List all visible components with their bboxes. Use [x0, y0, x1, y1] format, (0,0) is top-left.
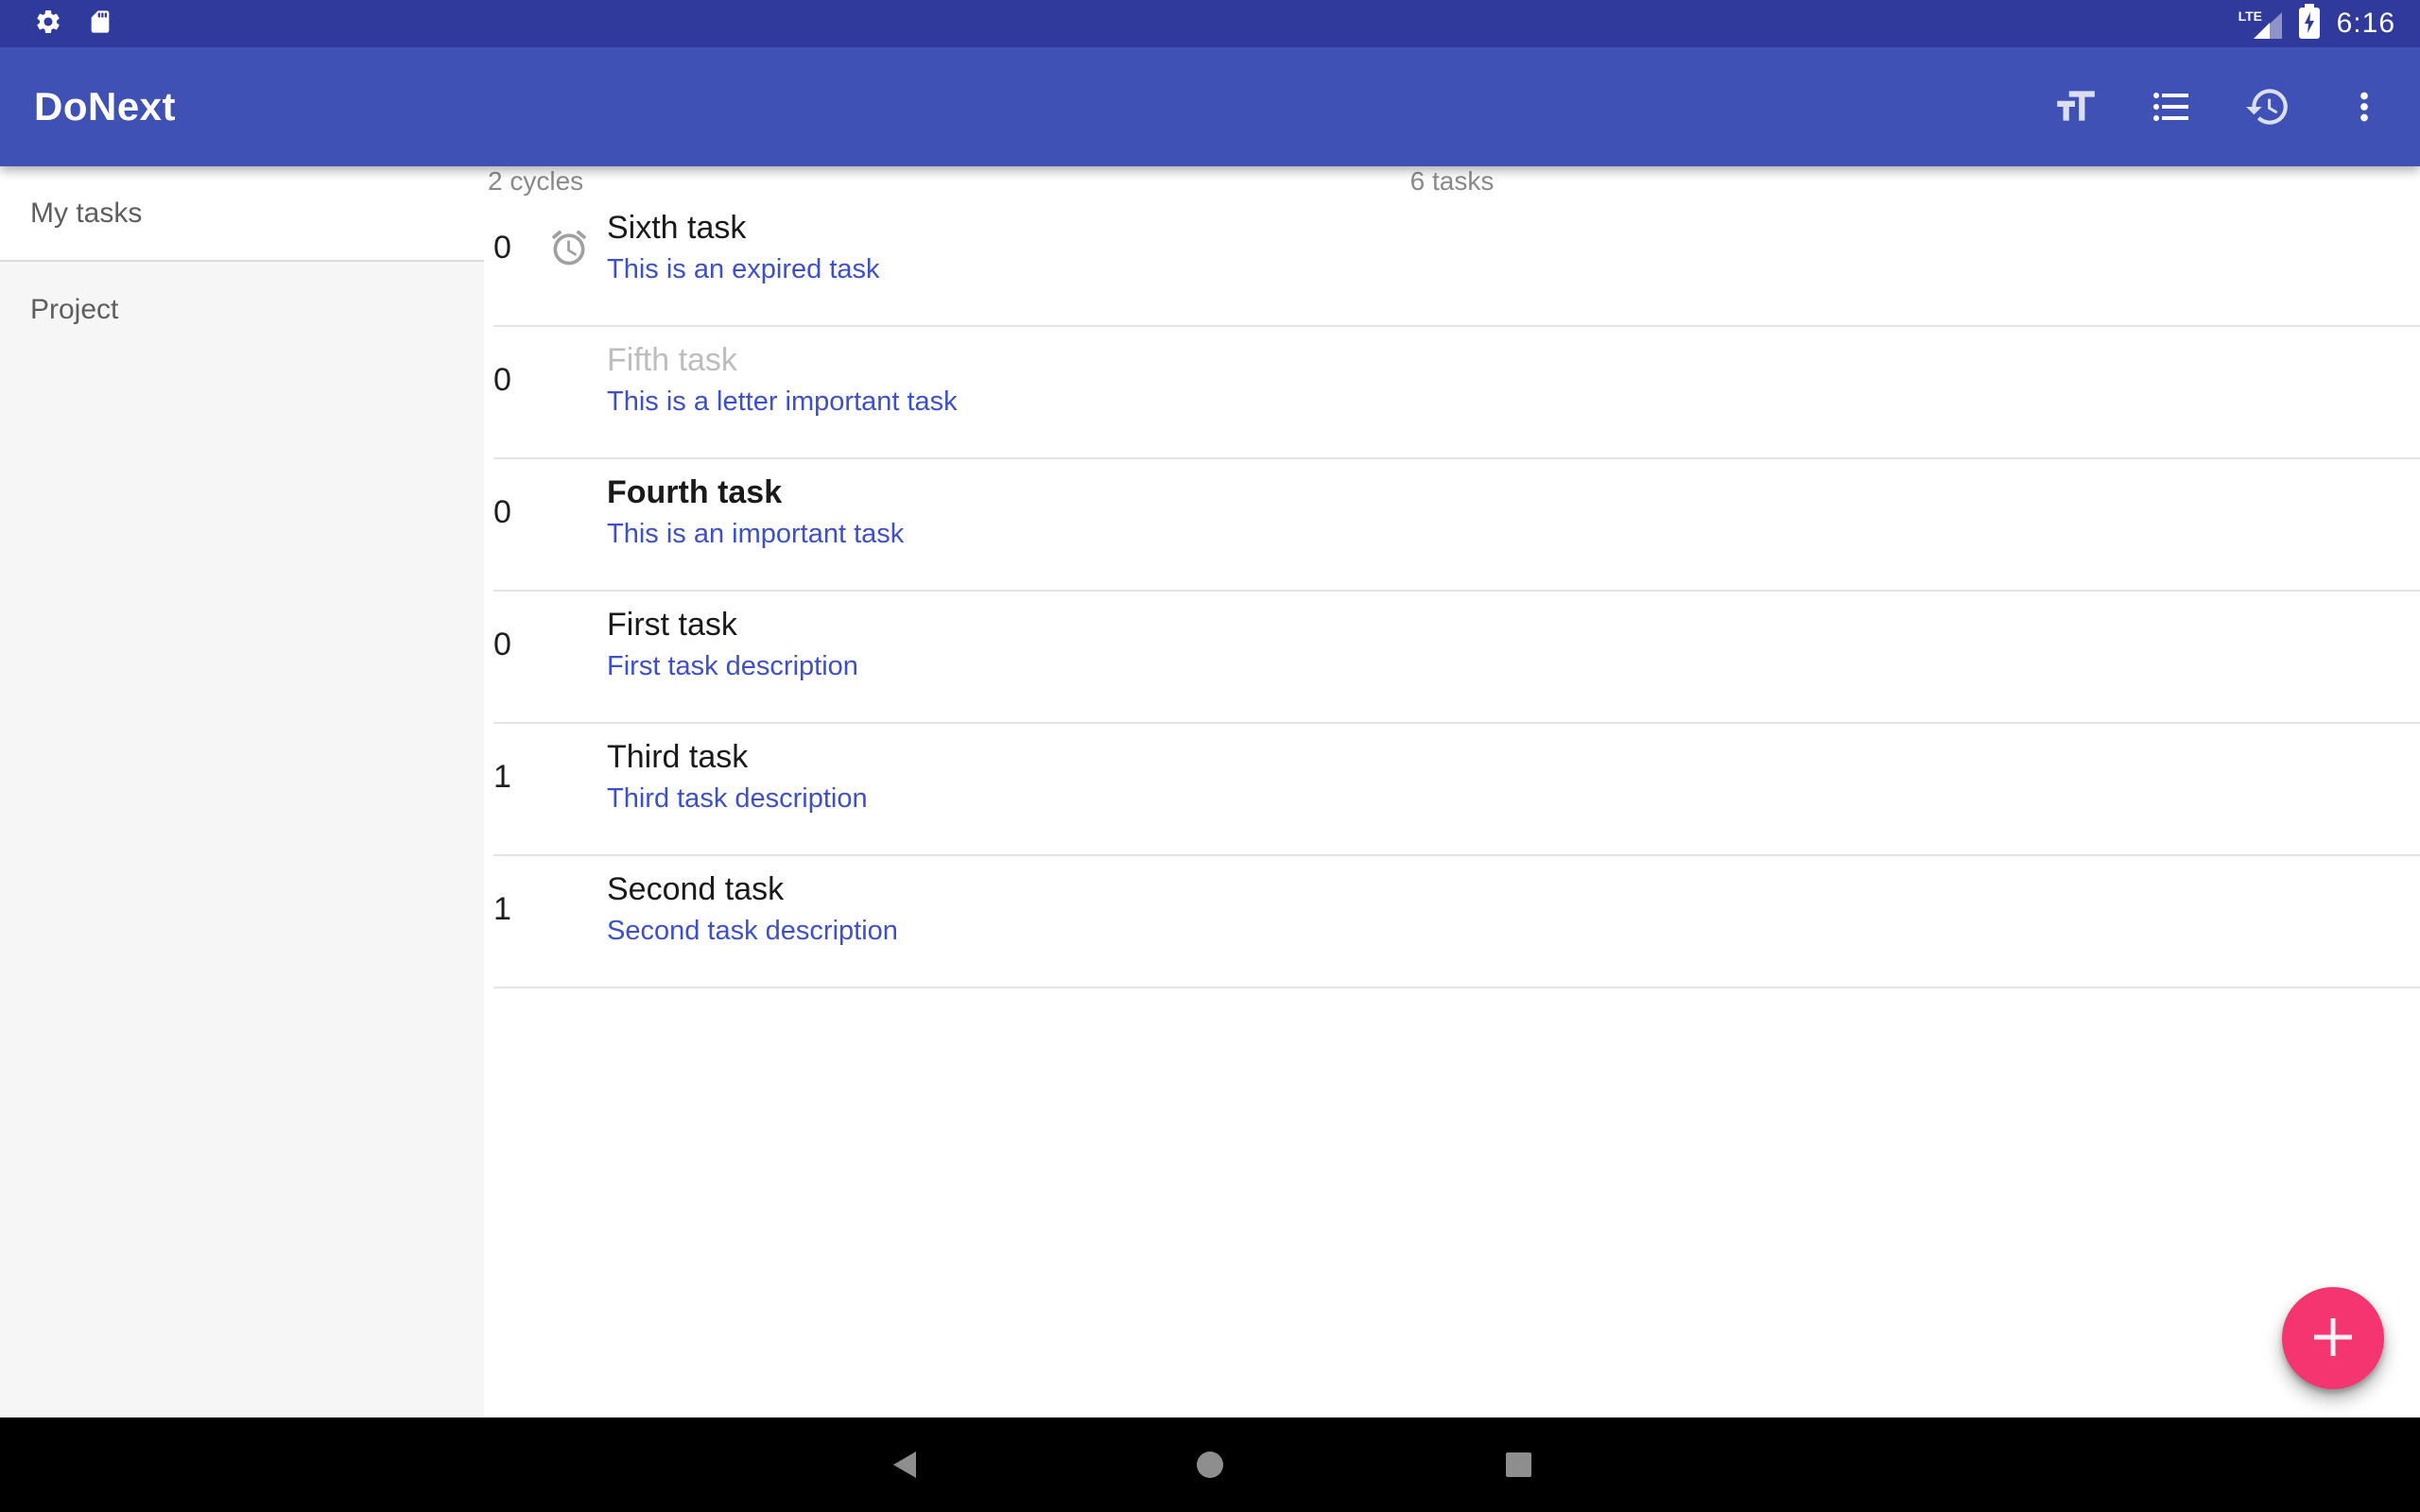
task-cycle-count: 0	[493, 206, 531, 289]
task-panel: 2 cycles 6 tasks 0 Sixth task This is an…	[484, 166, 2420, 1418]
plus-icon	[2308, 1313, 2358, 1365]
task-text: Third task Third task description	[607, 735, 868, 818]
task-row[interactable]: 0 Fourth task This is an important task	[493, 459, 2420, 592]
history-icon[interactable]	[2244, 83, 2291, 130]
tasks-count-label: 6 tasks	[484, 166, 2420, 197]
recents-icon[interactable]	[1480, 1418, 1556, 1512]
sd-card-icon	[87, 9, 113, 40]
alarm-icon	[531, 206, 607, 289]
task-title: Second task	[607, 868, 898, 911]
sidebar-item-project[interactable]: Project	[0, 262, 484, 357]
task-title: Third task	[607, 735, 868, 779]
battery-charging-icon	[2297, 4, 2322, 44]
task-cycle-count: 0	[493, 338, 531, 421]
task-description: Second task description	[607, 911, 898, 951]
navigation-bar	[0, 1418, 2420, 1512]
task-row[interactable]: 0 Fifth task This is a letter important …	[493, 327, 2420, 459]
home-icon[interactable]	[1172, 1418, 1248, 1512]
task-title: Sixth task	[607, 206, 880, 249]
app-title: DoNext	[34, 84, 176, 129]
status-time: 6:16	[2337, 8, 2395, 40]
overflow-menu-icon[interactable]	[2341, 83, 2388, 130]
task-list: 0 Sixth task This is an expired task 0 F…	[484, 195, 2420, 988]
task-row[interactable]: 0 Sixth task This is an expired task	[493, 195, 2420, 327]
status-bar: LTE 6:16	[0, 0, 2420, 47]
task-text: Sixth task This is an expired task	[607, 206, 880, 289]
task-row[interactable]: 0 First task First task description	[493, 592, 2420, 724]
task-title: Fifth task	[607, 338, 958, 382]
task-cycle-count: 1	[493, 735, 531, 818]
task-title: First task	[607, 603, 858, 646]
app-bar-actions	[2051, 47, 2388, 166]
task-description: This is an expired task	[607, 249, 880, 289]
task-description: This is an important task	[607, 514, 904, 554]
task-text: First task First task description	[607, 603, 858, 686]
task-description: This is a letter important task	[607, 382, 958, 421]
alarm-icon	[531, 868, 607, 951]
task-row[interactable]: 1 Third task Third task description	[493, 724, 2420, 856]
task-row[interactable]: 1 Second task Second task description	[493, 856, 2420, 988]
task-description: First task description	[607, 646, 858, 686]
task-cycle-count: 0	[493, 603, 531, 686]
task-text: Fifth task This is a letter important ta…	[607, 338, 958, 421]
task-text: Fourth task This is an important task	[607, 471, 904, 554]
sidebar: My tasks Project	[0, 166, 484, 1418]
settings-gear-icon	[34, 8, 62, 41]
task-cycle-count: 0	[493, 471, 531, 554]
task-description: Third task description	[607, 779, 868, 818]
sidebar-item-label: My tasks	[30, 198, 142, 230]
alarm-icon	[531, 603, 607, 686]
task-text: Second task Second task description	[607, 868, 898, 951]
alarm-icon	[531, 338, 607, 421]
format-size-icon[interactable]	[2051, 83, 2099, 130]
alarm-icon	[531, 471, 607, 554]
back-icon[interactable]	[867, 1418, 942, 1512]
sidebar-item-my-tasks[interactable]: My tasks	[0, 166, 484, 262]
task-title: Fourth task	[607, 471, 904, 514]
task-cycle-count: 1	[493, 868, 531, 951]
add-task-fab[interactable]	[2282, 1287, 2384, 1389]
list-view-icon[interactable]	[2148, 83, 2195, 130]
sidebar-item-label: Project	[30, 294, 118, 326]
alarm-icon	[531, 735, 607, 818]
lte-signal-icon: LTE	[2244, 7, 2282, 41]
list-header: 2 cycles 6 tasks	[484, 166, 2420, 195]
app-bar: DoNext	[0, 47, 2420, 166]
